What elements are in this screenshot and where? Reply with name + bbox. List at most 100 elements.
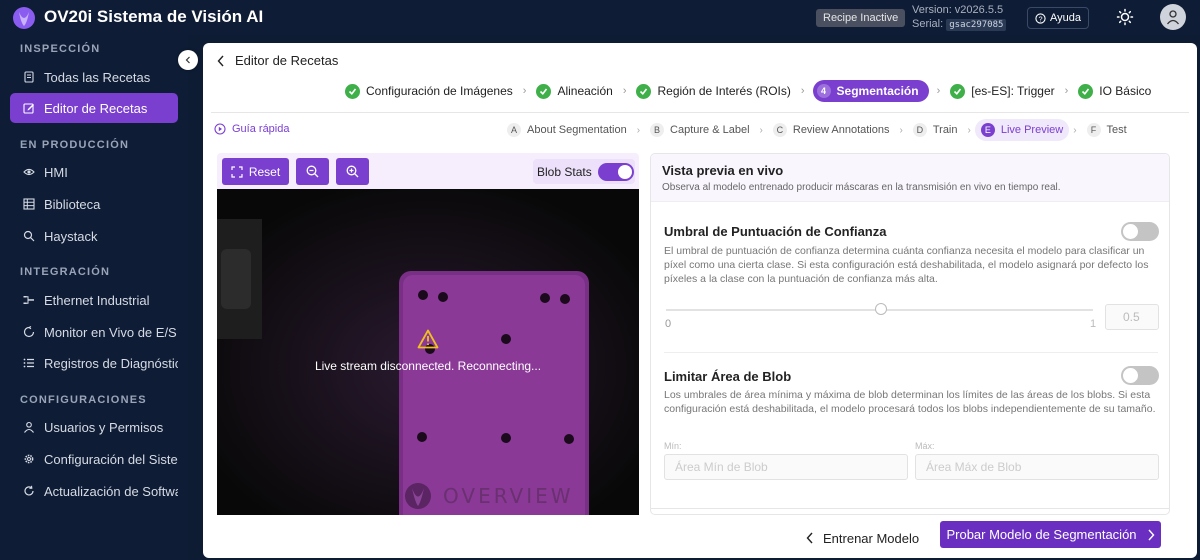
- step-region-de-interes[interactable]: Región de Interés (ROIs): [634, 80, 792, 102]
- back-to-recipe-editor[interactable]: Editor de Recetas: [217, 53, 338, 68]
- substep-letter: A: [507, 123, 521, 137]
- sidebar-item-label: HMI: [44, 164, 68, 180]
- zoom-out-button[interactable]: [296, 158, 329, 185]
- chevron-right-icon: ›: [522, 85, 527, 97]
- test-segmentation-model-button[interactable]: Probar Modelo de Segmentación: [940, 521, 1161, 548]
- step-label: Configuración de Imágenes: [366, 84, 513, 98]
- substep-letter: F: [1086, 123, 1101, 137]
- sidebar-item-biblioteca[interactable]: Biblioteca: [10, 189, 178, 219]
- step-segmentacion[interactable]: 4 Segmentación: [812, 80, 929, 102]
- zoom-out-icon: [306, 165, 319, 178]
- help-button[interactable]: ? Ayuda: [1027, 7, 1089, 29]
- limit-blob-area-toggle[interactable]: [1121, 366, 1159, 385]
- document-icon: [24, 71, 34, 83]
- step-configuracion-imagenes[interactable]: Configuración de Imágenes: [343, 80, 515, 102]
- sidebar-item-editor-de-recetas[interactable]: Editor de Recetas: [10, 93, 178, 123]
- max-blob-area-input[interactable]: Área Máx de Blob: [915, 454, 1159, 480]
- stream-status-message: Live stream disconnected. Reconnecting..…: [314, 359, 542, 373]
- grid-icon: [23, 198, 35, 210]
- substep-live-preview[interactable]: E Live Preview: [974, 119, 1070, 141]
- substep-label: About Segmentation: [527, 124, 627, 136]
- sidebar-item-ethernet-industrial[interactable]: Ethernet Industrial: [10, 285, 178, 315]
- quick-guide-link[interactable]: Guía rápida: [214, 123, 289, 135]
- panel-header: Vista previa en vivo Observa al modelo e…: [651, 154, 1169, 202]
- fit-screen-icon: [231, 165, 243, 178]
- monitor-icon: [23, 326, 35, 338]
- substep-about-segmentation[interactable]: A About Segmentation: [501, 119, 633, 141]
- confidence-threshold-description: El umbral de puntuación de confianza det…: [664, 245, 1149, 285]
- overview-watermark: OVERVIEW: [403, 481, 574, 511]
- sidebar-item-configuracion-del-sistema[interactable]: Configuración del Sistema: [10, 444, 178, 474]
- min-blob-label: Mín:: [664, 441, 682, 451]
- sun-icon[interactable]: [1116, 8, 1134, 26]
- substep-test[interactable]: F Test: [1081, 119, 1133, 141]
- check-icon: [636, 83, 652, 99]
- watermark-text: OVERVIEW: [443, 484, 574, 508]
- blob-stats-toggle[interactable]: Blob Stats: [533, 159, 635, 184]
- substep-letter: E: [980, 123, 995, 137]
- svg-text:?: ?: [1038, 14, 1042, 23]
- sidebar-item-label: Ethernet Industrial: [44, 292, 150, 308]
- serial-value: gsac297085: [946, 19, 1007, 31]
- section-divider: [664, 352, 1158, 353]
- substep-label: Capture & Label: [670, 124, 750, 136]
- log-icon: [23, 358, 34, 368]
- step-label: Alineación: [557, 84, 613, 98]
- steps-divider: [211, 112, 1189, 113]
- substep-letter: D: [912, 123, 927, 137]
- slider-max-label: 1: [1090, 318, 1097, 330]
- reset-button[interactable]: Reset: [222, 158, 289, 185]
- substep-train[interactable]: D Train: [907, 119, 964, 141]
- sidebar-section-en-produccion: EN PRODUCCIÓN: [20, 139, 130, 151]
- chevron-right-icon: ›: [636, 124, 641, 136]
- train-model-back-button[interactable]: Entrenar Modelo: [806, 526, 919, 550]
- app-logo-icon: [13, 7, 35, 29]
- help-circle-icon: ?: [1035, 12, 1046, 24]
- min-blob-area-input[interactable]: Área Mín de Blob: [664, 454, 908, 480]
- sidebar-item-usuarios-y-permisos[interactable]: Usuarios y Permisos: [10, 412, 178, 442]
- step-label: Segmentación: [836, 84, 919, 98]
- confidence-threshold-title: Umbral de Puntuación de Confianza: [664, 224, 887, 239]
- substep-review-annotations[interactable]: C Review Annotations: [767, 119, 896, 141]
- sidebar-item-hmi[interactable]: HMI: [10, 157, 178, 187]
- zoom-in-icon: [346, 165, 359, 178]
- substep-capture-label[interactable]: B Capture & Label: [644, 119, 756, 141]
- app-title: OV20i Sistema de Visión AI: [44, 7, 264, 26]
- chevron-right-icon: ›: [622, 85, 627, 97]
- confidence-value-input[interactable]: 0.5: [1105, 304, 1159, 330]
- sidebar-item-label: Biblioteca: [44, 196, 101, 212]
- slider-min-label: 0: [665, 318, 672, 330]
- refresh-icon: [24, 485, 34, 496]
- train-model-label: Entrenar Modelo: [823, 530, 920, 546]
- zoom-in-button[interactable]: [336, 158, 369, 185]
- reset-label: Reset: [248, 164, 281, 179]
- max-blob-label: Máx:: [915, 441, 935, 451]
- sidebar-item-monitor-en-vivo[interactable]: Monitor en Vivo de E/S: [10, 317, 178, 347]
- confidence-threshold-toggle[interactable]: [1121, 222, 1159, 241]
- sidebar-item-todas-las-recetas[interactable]: Todas las Recetas: [10, 62, 178, 92]
- chevron-left-icon: [217, 55, 224, 66]
- top-bar: OV20i Sistema de Visión AI Recipe Inacti…: [0, 0, 1200, 35]
- sidebar-item-registros-de-diagnostico[interactable]: Registros de Diagnóstico: [10, 348, 178, 378]
- step-io-basico[interactable]: IO Básico: [1076, 80, 1153, 102]
- camera-frame-image: [217, 189, 639, 515]
- sidebar-item-haystack[interactable]: Haystack: [10, 221, 178, 251]
- switch-knob: [617, 164, 632, 179]
- step-alineacion[interactable]: Alineación: [534, 80, 614, 102]
- confidence-slider-handle[interactable]: [875, 303, 887, 315]
- version-text: Version: v2026.5.5: [912, 4, 1004, 16]
- step-trigger[interactable]: [es-ES]: Trigger: [948, 80, 1056, 102]
- overview-logo-icon: [405, 483, 431, 509]
- substep-letter: B: [650, 123, 665, 137]
- version-info: Version: v2026.5.5 Serial: gsac297085: [912, 3, 1007, 32]
- sidebar-item-label: Todas las Recetas: [44, 69, 151, 85]
- sidebar-section-inspeccion: INSPECCIÓN: [20, 43, 101, 55]
- sidebar-collapse-button[interactable]: [178, 50, 198, 70]
- chevron-left-icon: [806, 532, 813, 544]
- substep-label: Test: [1106, 124, 1127, 136]
- switch-knob: [1123, 368, 1138, 383]
- sidebar-item-actualizacion-de-software[interactable]: Actualización de Software: [10, 476, 178, 506]
- blob-stats-switch[interactable]: [597, 162, 634, 181]
- user-avatar[interactable]: [1160, 4, 1186, 30]
- check-icon: [536, 83, 552, 99]
